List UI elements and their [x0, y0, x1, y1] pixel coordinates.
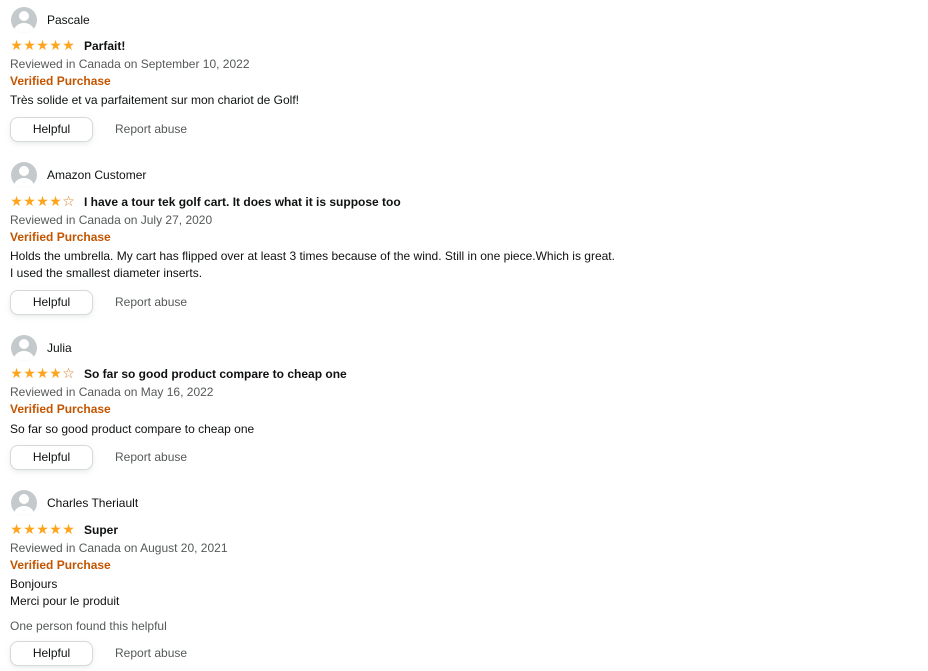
review-body: Très solide et va parfaitement sur mon c… — [10, 92, 299, 109]
review-body-line: I used the smallest diameter inserts. — [10, 266, 203, 280]
avatar-icon — [11, 490, 37, 516]
reviewer-profile[interactable]: Amazon Customer — [10, 162, 146, 188]
avatar-icon — [11, 335, 37, 361]
review-title[interactable]: So far so good product compare to cheap … — [84, 367, 347, 381]
star-outline-icon: ☆ — [62, 194, 75, 210]
star-icon: ★ — [36, 366, 49, 382]
reviewer-name: Pascale — [47, 13, 90, 27]
reviewer-name: Amazon Customer — [47, 168, 147, 182]
report-abuse-link[interactable]: Report abuse — [115, 450, 187, 464]
star-icon: ★ — [36, 38, 49, 54]
reviewer-profile[interactable]: Pascale — [10, 7, 90, 33]
star-icon: ★ — [36, 194, 49, 210]
review-title[interactable]: I have a tour tek golf cart. It does wha… — [84, 195, 401, 209]
review-date: Reviewed in Canada on July 27, 2020 — [10, 213, 213, 227]
star-rating-icon[interactable]: ★ ★ ★ ★ ☆ — [10, 367, 75, 381]
verified-purchase-badge[interactable]: Verified Purchase — [10, 230, 111, 244]
helpful-button[interactable]: Helpful — [10, 640, 93, 666]
reviewer-profile[interactable]: Charles Theriault — [10, 490, 138, 516]
star-icon: ★ — [49, 38, 62, 54]
reviewer-profile[interactable]: Julia — [10, 335, 72, 361]
star-rating-icon[interactable]: ★ ★ ★ ★ ☆ — [10, 195, 75, 209]
star-rating-icon[interactable]: ★ ★ ★ ★ ★ — [10, 523, 75, 537]
review-body-line: So far so good product compare to cheap … — [10, 422, 255, 436]
star-icon: ★ — [23, 522, 36, 538]
helpful-button[interactable]: Helpful — [10, 444, 93, 470]
report-abuse-link[interactable]: Report abuse — [115, 295, 187, 309]
star-icon: ★ — [62, 522, 75, 538]
helpful-button[interactable]: Helpful — [10, 116, 93, 142]
review-date: Reviewed in Canada on August 20, 2021 — [10, 541, 228, 555]
star-icon: ★ — [10, 522, 23, 538]
star-rating-icon[interactable]: ★ ★ ★ ★ ★ — [10, 39, 75, 53]
star-icon: ★ — [23, 194, 36, 210]
review-body: So far so good product compare to cheap … — [10, 421, 254, 438]
helpful-count-text: One person found this helpful — [10, 619, 167, 633]
review-date: Reviewed in Canada on May 16, 2022 — [10, 385, 214, 399]
star-icon: ★ — [10, 194, 23, 210]
star-icon: ★ — [10, 366, 23, 382]
review-body-line: Bonjours — [10, 577, 58, 591]
star-icon: ★ — [49, 194, 62, 210]
verified-purchase-badge[interactable]: Verified Purchase — [10, 402, 111, 416]
report-abuse-link[interactable]: Report abuse — [115, 122, 187, 136]
star-icon: ★ — [36, 522, 49, 538]
star-icon: ★ — [49, 366, 62, 382]
report-abuse-link[interactable]: Report abuse — [115, 646, 187, 660]
star-icon: ★ — [10, 38, 23, 54]
star-icon: ★ — [23, 38, 36, 54]
reviewer-name: Charles Theriault — [47, 496, 139, 510]
star-outline-icon: ☆ — [62, 366, 75, 382]
verified-purchase-badge[interactable]: Verified Purchase — [10, 74, 111, 88]
review-title[interactable]: Parfait! — [84, 39, 125, 53]
verified-purchase-badge[interactable]: Verified Purchase — [10, 558, 111, 572]
star-icon: ★ — [49, 522, 62, 538]
reviewer-name: Julia — [47, 341, 72, 355]
avatar-icon — [11, 162, 37, 188]
review-body: Bonjours Merci pour le produit — [10, 576, 119, 610]
helpful-button[interactable]: Helpful — [10, 289, 93, 315]
review-body-line: Très solide et va parfaitement sur mon c… — [10, 93, 300, 107]
review-body: Holds the umbrella. My cart has flipped … — [10, 248, 615, 282]
review-date: Reviewed in Canada on September 10, 2022 — [10, 57, 250, 71]
review-body-line: Merci pour le produit — [10, 594, 120, 608]
star-icon: ★ — [62, 38, 75, 54]
avatar-icon — [11, 7, 37, 33]
star-icon: ★ — [23, 366, 36, 382]
review-body-line: Holds the umbrella. My cart has flipped … — [10, 249, 615, 263]
review-title[interactable]: Super — [84, 523, 118, 537]
